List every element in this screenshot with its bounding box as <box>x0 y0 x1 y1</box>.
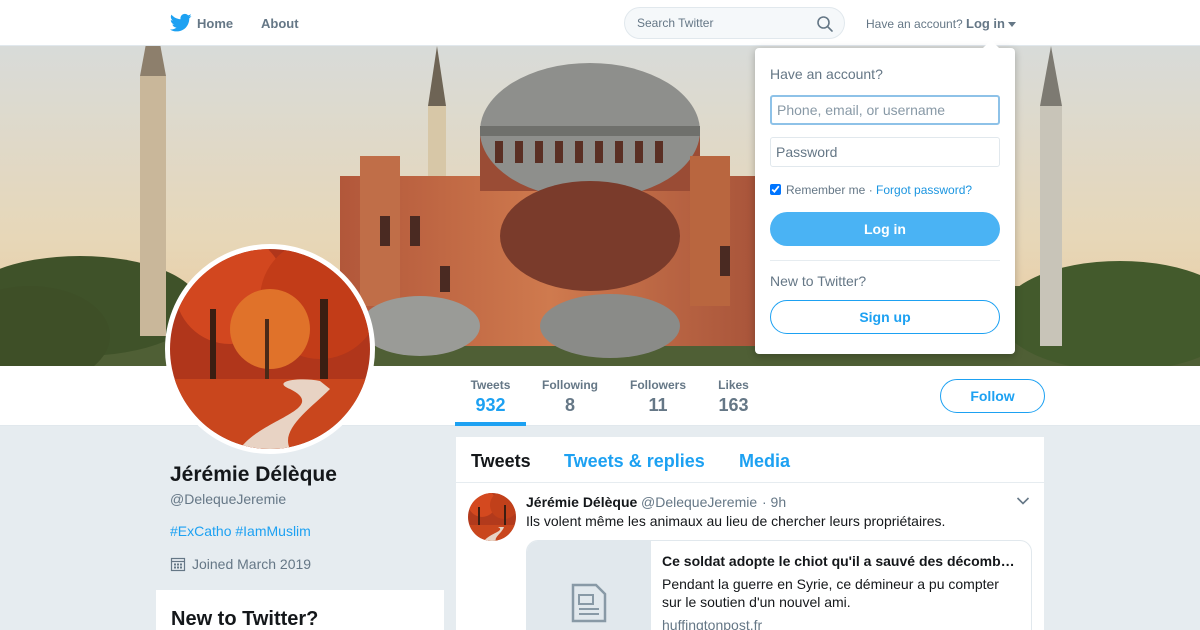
stat-following[interactable]: Following 8 <box>541 378 599 416</box>
username-field[interactable] <box>770 95 1000 125</box>
active-tab-underline <box>455 422 526 426</box>
stat-value: 11 <box>648 395 668 415</box>
tab-tweets-and-replies[interactable]: Tweets & replies <box>564 451 705 472</box>
nav-about-link[interactable]: About <box>261 16 299 31</box>
search-input[interactable] <box>637 16 807 30</box>
document-icon <box>571 583 607 623</box>
caret-down-icon <box>1008 22 1016 28</box>
login-dropdown-title: Have an account? <box>770 66 883 82</box>
nav-home-link[interactable]: Home <box>197 16 233 31</box>
timeline-tabs: Tweets Tweets & replies Media <box>456 437 1044 483</box>
remember-me-row: Remember me · Forgot password? <box>770 183 972 197</box>
tab-tweets[interactable]: Tweets <box>471 451 531 472</box>
stat-value: 163 <box>718 395 749 415</box>
new-to-twitter-text: New to Twitter? <box>770 273 867 289</box>
profile-bio-hashtags[interactable]: #ExCatho #IamMuslim <box>170 523 311 539</box>
new-to-twitter-card: New to Twitter? <box>156 590 444 630</box>
password-field[interactable] <box>770 137 1000 167</box>
login-dropdown: Have an account? Remember me · Forgot pa… <box>755 40 1015 354</box>
autumn-forest-avatar-image <box>468 493 516 541</box>
stat-likes[interactable]: Likes 163 <box>717 378 750 416</box>
new-to-twitter-heading: New to Twitter? <box>171 608 319 630</box>
stat-value: 932 <box>475 395 506 415</box>
signup-button[interactable]: Sign up <box>770 300 1000 334</box>
login-toggle-label: Log in <box>966 16 1005 31</box>
dropdown-divider <box>770 260 1000 261</box>
stat-label: Likes <box>718 378 749 392</box>
follow-button[interactable]: Follow <box>940 379 1045 413</box>
profile-joined-date: Joined March 2019 <box>170 556 311 572</box>
login-dropdown-toggle[interactable]: Log in <box>966 16 1016 31</box>
profile-avatar[interactable] <box>165 244 375 454</box>
profile-name[interactable]: Jérémie Délèque <box>170 463 337 487</box>
stat-label: Tweets <box>470 378 511 392</box>
top-navigation-bar: Home About Have an account? Log in <box>0 0 1200 46</box>
remember-me-checkbox[interactable] <box>770 184 781 195</box>
card-media-placeholder <box>527 541 651 630</box>
stat-tweets[interactable]: Tweets 932 <box>470 378 511 416</box>
tab-media[interactable]: Media <box>739 451 790 472</box>
login-button[interactable]: Log in <box>770 212 1000 246</box>
tweet[interactable]: Jérémie Délèque @DelequeJeremie · 9h Ils… <box>456 483 1044 630</box>
twitter-bird-icon[interactable] <box>170 13 192 33</box>
tweet-author-name[interactable]: Jérémie Délèque <box>526 494 637 510</box>
tweet-timestamp[interactable]: · 9h <box>762 494 786 510</box>
profile-handle[interactable]: @DelequeJeremie <box>170 491 286 507</box>
remember-me-label[interactable]: Remember me · <box>786 183 873 197</box>
calendar-icon <box>170 557 186 572</box>
have-account-text: Have an account? <box>866 17 963 31</box>
stat-label: Followers <box>629 378 686 392</box>
forgot-password-link[interactable]: Forgot password? <box>876 183 972 197</box>
dropdown-arrow <box>983 40 999 48</box>
stat-label: Following <box>542 378 598 392</box>
timeline: Tweets Tweets & replies Media Jérémie Dé… <box>456 437 1044 630</box>
autumn-forest-avatar-image <box>170 249 370 449</box>
search-box[interactable] <box>624 7 845 39</box>
stat-value: 8 <box>564 395 575 415</box>
card-title: Ce soldat adopte le chiot qu'il a sauvé … <box>662 553 1015 569</box>
search-icon[interactable] <box>816 15 834 33</box>
card-domain: huffingtonpost.fr <box>662 617 763 630</box>
card-description: Pendant la guerre en Syrie, ce démineur … <box>662 576 999 610</box>
stat-followers[interactable]: Followers 11 <box>628 378 688 416</box>
tweet-author-handle[interactable]: @DelequeJeremie <box>641 494 757 510</box>
chevron-down-icon[interactable] <box>1016 496 1030 506</box>
link-preview-card[interactable]: Ce soldat adopte le chiot qu'il a sauvé … <box>526 540 1032 630</box>
tweet-author-avatar[interactable] <box>468 493 516 541</box>
tweet-text: Ils volent même les animaux au lieu de c… <box>526 513 946 529</box>
joined-text: Joined March 2019 <box>192 556 312 572</box>
